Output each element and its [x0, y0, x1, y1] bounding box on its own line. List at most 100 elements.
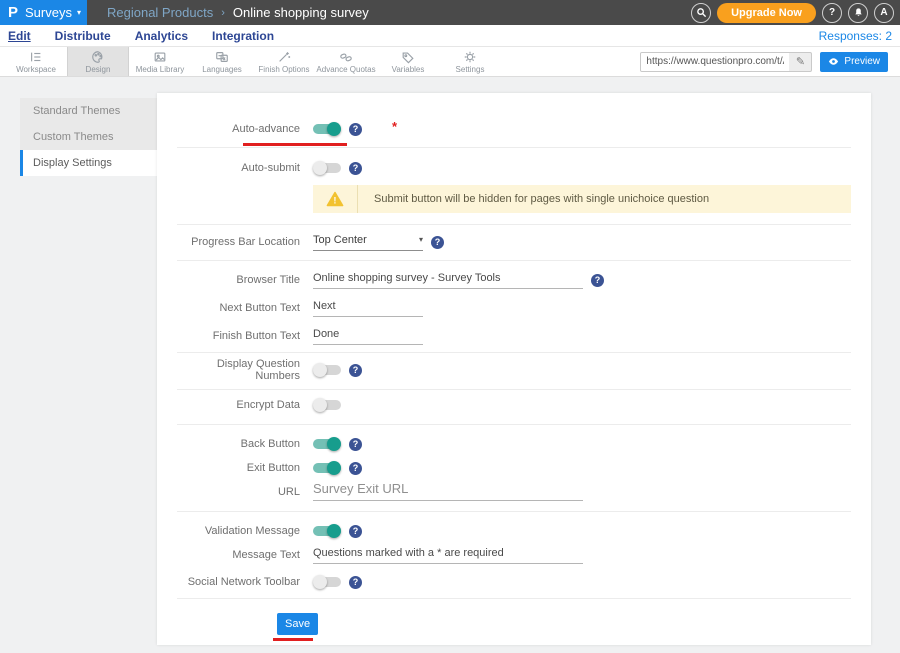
warning-text: Submit button will be hidden for pages w…	[358, 185, 725, 213]
validation-message-label: Validation Message	[177, 525, 300, 537]
toolbar-item-workspace[interactable]: Workspace	[5, 47, 67, 76]
social-network-toolbar-row: Social Network Toolbar ?	[157, 570, 871, 594]
search-button[interactable]	[691, 3, 711, 23]
toolbar-item-label: Workspace	[16, 65, 56, 74]
auto-advance-toggle[interactable]	[313, 122, 341, 136]
social-network-toolbar-help-icon[interactable]: ?	[349, 576, 362, 589]
svg-text:!: !	[334, 195, 337, 205]
topbar-actions: Upgrade Now ? A	[691, 0, 900, 25]
top-navbar: P Surveys ▾ Regional Products › Online s…	[0, 0, 900, 25]
message-text-input[interactable]	[313, 547, 583, 564]
sidebar-item-custom-themes[interactable]: Custom Themes	[20, 124, 157, 150]
validation-message-toggle[interactable]	[313, 524, 341, 538]
toolbar-item-media-library[interactable]: Media Library	[129, 47, 191, 76]
next-button-text-input[interactable]	[313, 300, 423, 317]
finish-options-icon	[277, 50, 291, 64]
back-button-row: Back Button ?	[157, 432, 871, 456]
bell-icon	[853, 7, 864, 18]
social-network-toolbar-toggle[interactable]	[313, 575, 341, 589]
responses-count[interactable]: Responses: 2	[819, 29, 892, 43]
finish-button-text-label: Finish Button Text	[177, 330, 300, 342]
progress-bar-help-icon[interactable]: ?	[431, 236, 444, 249]
upgrade-now-button[interactable]: Upgrade Now	[717, 3, 816, 23]
exit-button-label: Exit Button	[177, 462, 300, 474]
annotation-underline	[243, 143, 347, 146]
exit-url-label: URL	[177, 486, 300, 498]
avatar[interactable]: A	[874, 3, 894, 23]
validation-message-row: Validation Message ?	[157, 519, 871, 543]
survey-url-box: ✎	[640, 52, 812, 72]
toolbar-item-advance-quotas[interactable]: Advance Quotas	[315, 47, 377, 76]
toolbar-item-label: Finish Options	[258, 65, 309, 74]
finish-button-text-input[interactable]	[313, 328, 423, 345]
toolbar-item-languages[interactable]: Languages	[191, 47, 253, 76]
breadcrumb-current: Online shopping survey	[233, 5, 369, 20]
validation-message-help-icon[interactable]: ?	[349, 525, 362, 538]
tab-distribute[interactable]: Distribute	[55, 29, 111, 43]
sidebar-item-display-settings[interactable]: Display Settings	[20, 150, 157, 176]
toolbar-item-label: Languages	[202, 65, 242, 74]
survey-subnav: Edit Distribute Analytics Integration Re…	[0, 25, 900, 47]
questionpro-logo-icon: P	[8, 5, 18, 20]
languages-icon	[215, 50, 229, 64]
help-button[interactable]: ?	[822, 3, 842, 23]
breadcrumb: Regional Products › Online shopping surv…	[107, 0, 369, 25]
exit-button-help-icon[interactable]: ?	[349, 462, 362, 475]
auto-submit-toggle[interactable]	[313, 161, 341, 175]
toolbar-item-label: Advance Quotas	[316, 65, 375, 74]
workspace-icon	[29, 50, 43, 64]
divider	[177, 511, 851, 512]
toolbar-item-label: Settings	[456, 65, 485, 74]
divider	[177, 424, 851, 425]
preview-label: Preview	[844, 56, 880, 67]
divider	[177, 598, 851, 599]
design-toolbar: Workspace Design Media Library Languages…	[0, 47, 900, 77]
left-gutter	[0, 77, 20, 653]
auto-advance-row: Auto-advance ? *	[157, 117, 871, 141]
annotation-asterisk: *	[392, 119, 397, 134]
survey-url-input[interactable]	[641, 53, 789, 71]
back-button-toggle[interactable]	[313, 437, 341, 451]
progress-bar-location-select[interactable]: Top Center ▾	[313, 234, 423, 251]
finish-button-text-row: Finish Button Text	[157, 324, 871, 348]
divider	[177, 352, 851, 353]
auto-advance-help-icon[interactable]: ?	[349, 123, 362, 136]
advance-quotas-icon	[339, 50, 353, 64]
toolbar-item-settings[interactable]: Settings	[439, 47, 501, 76]
variables-icon	[401, 50, 415, 64]
surveys-menu[interactable]: Surveys ▾	[25, 5, 81, 20]
notifications-button[interactable]	[848, 3, 868, 23]
chevron-down-icon: ▾	[77, 8, 81, 17]
back-button-help-icon[interactable]: ?	[349, 438, 362, 451]
toolbar-item-variables[interactable]: Variables	[377, 47, 439, 76]
surveys-menu-label: Surveys	[25, 5, 72, 20]
social-network-toolbar-label: Social Network Toolbar	[177, 576, 300, 588]
toolbar-item-design[interactable]: Design	[67, 47, 129, 76]
auto-submit-help-icon[interactable]: ?	[349, 162, 362, 175]
browser-title-input[interactable]	[313, 272, 583, 289]
auto-submit-label: Auto-submit	[177, 162, 300, 174]
encrypt-data-toggle[interactable]	[313, 398, 341, 412]
display-question-numbers-toggle[interactable]	[313, 363, 341, 377]
message-text-row: Message Text	[157, 543, 871, 567]
settings-icon	[463, 50, 477, 64]
display-question-numbers-help-icon[interactable]: ?	[349, 364, 362, 377]
save-area: Save	[157, 613, 871, 635]
sidebar-item-standard-themes[interactable]: Standard Themes	[20, 98, 157, 124]
design-icon	[91, 50, 105, 64]
exit-url-input[interactable]	[313, 484, 583, 501]
save-button[interactable]: Save	[277, 613, 318, 635]
tab-integration[interactable]: Integration	[212, 29, 274, 43]
brand-area[interactable]: P Surveys ▾	[0, 0, 87, 25]
toolbar-item-label: Media Library	[136, 65, 184, 74]
toolbar-item-finish-options[interactable]: Finish Options	[253, 47, 315, 76]
tab-edit[interactable]: Edit	[8, 29, 31, 43]
progress-bar-location-value: Top Center	[313, 234, 367, 246]
tab-analytics[interactable]: Analytics	[135, 29, 188, 43]
breadcrumb-parent[interactable]: Regional Products	[107, 5, 213, 20]
exit-button-toggle[interactable]	[313, 461, 341, 475]
edit-url-icon[interactable]: ✎	[789, 55, 811, 68]
divider	[177, 389, 851, 390]
preview-button[interactable]: Preview	[820, 52, 888, 72]
browser-title-help-icon[interactable]: ?	[591, 274, 604, 287]
